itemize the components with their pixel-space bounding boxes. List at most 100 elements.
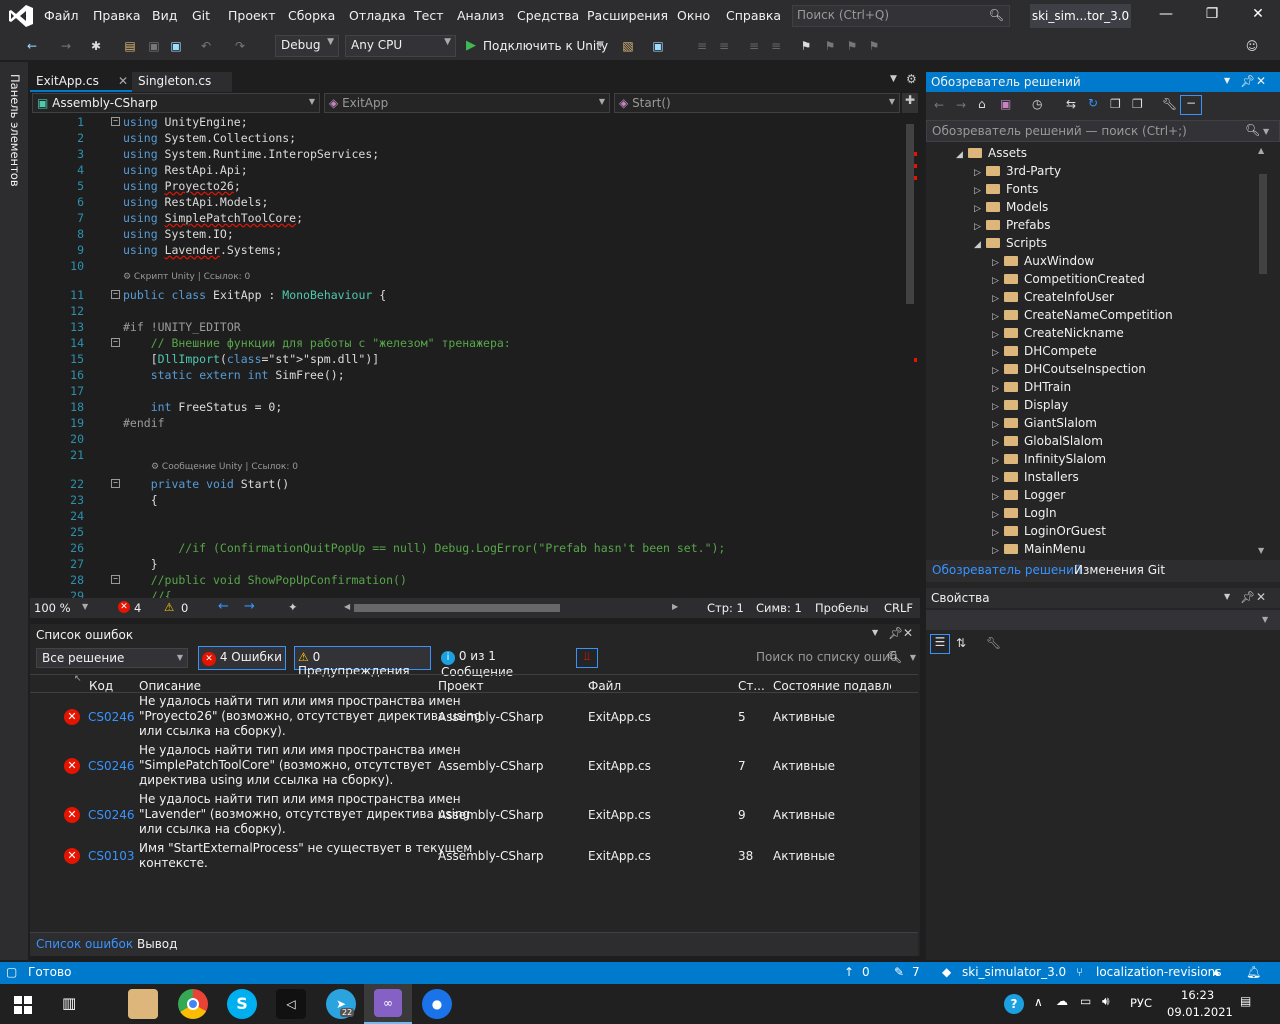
clock-time[interactable]: 16:23	[1181, 988, 1214, 1002]
col-project[interactable]: Проект	[438, 679, 484, 693]
pin-icon[interactable]: 📌︎	[1240, 74, 1255, 88]
chevron-down-icon[interactable]: ▼	[872, 628, 878, 637]
quick-search-input[interactable]: Поиск (Ctrl+Q) 🔍︎	[792, 5, 1010, 27]
code-line[interactable]: 25	[30, 524, 900, 540]
code-line[interactable]: 11 − public class ExitApp : MonoBehaviour …	[30, 287, 900, 303]
split-icon[interactable]: ✚	[902, 93, 918, 113]
menu-analyze[interactable]: Анализ	[457, 8, 504, 23]
tree-item[interactable]: ▷ AuxWindow	[992, 252, 1094, 270]
configuration-select[interactable]: Debug ▼	[275, 35, 339, 57]
tree-item[interactable]: ▷ Prefabs	[974, 216, 1051, 234]
cursor-line[interactable]: Стр: 1	[707, 601, 744, 615]
messages-filter-toggle[interactable]: i 0 из 1 Сообщение	[438, 646, 568, 679]
build-filter-icon[interactable]: ⫫	[576, 648, 598, 668]
code-line[interactable]: 8 using System.IO;	[30, 226, 900, 242]
column-filter-icon[interactable]: ↖	[74, 674, 82, 684]
clear-bookmarks-icon[interactable]: ⚑	[866, 38, 882, 54]
home-icon[interactable]: ⌂	[978, 97, 986, 111]
close-tab-icon[interactable]: ✕	[118, 74, 128, 88]
task-view-icon[interactable]: ▥	[62, 994, 76, 1012]
tree-item[interactable]: ▷ GiantSlalom	[992, 414, 1097, 432]
code-line[interactable]: 6 using RestApi.Models;	[30, 194, 900, 210]
code-line[interactable]: 19 #endif	[30, 415, 900, 431]
indent-icon[interactable]: ≡	[694, 38, 710, 54]
code-line[interactable]: 1 − using UnityEngine;	[30, 114, 900, 130]
collapsed-arrow-icon[interactable]: ▷	[992, 542, 1004, 560]
code-line[interactable]: 4 using RestApi.Api;	[30, 162, 900, 178]
solution-name-badge[interactable]: ski_sim...tor_3.0	[1030, 4, 1131, 28]
scroll-up-icon[interactable]: ▲	[1258, 146, 1264, 155]
open-folder-icon[interactable]: ▤	[122, 38, 138, 54]
error-icon[interactable]: ✕	[118, 601, 130, 613]
changes-count[interactable]: 7	[912, 965, 920, 979]
collapse-icon[interactable]: −	[111, 117, 120, 126]
menu-view[interactable]: Вид	[152, 8, 177, 23]
code-line[interactable]: 27 }	[30, 556, 900, 572]
show-all-files-icon[interactable]: ❐	[1132, 97, 1143, 111]
tree-item[interactable]: ▷ LogIn	[992, 504, 1057, 522]
help-icon[interactable]: ?	[1004, 994, 1024, 1014]
tree-item[interactable]: ▷ Logger	[992, 486, 1065, 504]
tree-item[interactable]: ▷ CreateNickname	[992, 324, 1124, 342]
comment-icon[interactable]: ≡	[746, 38, 762, 54]
tree-item[interactable]: ▷ CreateNameCompetition	[992, 306, 1173, 324]
menu-project[interactable]: Проект	[228, 8, 276, 23]
code-line[interactable]: 5 using Proyecto26;	[30, 178, 900, 194]
code-line[interactable]: 15 [DllImport(class="st">"spm.dll")]	[30, 351, 900, 367]
col-code[interactable]: Код	[89, 679, 113, 693]
properties-object-select[interactable]: ▼	[926, 610, 1280, 630]
error-code-link[interactable]: CS0246	[88, 710, 135, 724]
visual-studio-taskbar-item[interactable]: ∞	[364, 984, 412, 1024]
scroll-down-icon[interactable]: ▼	[1258, 546, 1264, 555]
bookmark-icon[interactable]: ⚑	[798, 38, 814, 54]
tree-item[interactable]: ▷ 3rd-Party	[974, 162, 1061, 180]
collapse-icon[interactable]: −	[111, 290, 120, 299]
platform-select[interactable]: Any CPU ▼	[345, 35, 456, 57]
file-explorer-icon[interactable]	[128, 989, 158, 1019]
clock-date[interactable]: 09.01.2021	[1167, 1005, 1233, 1019]
solution-search-input[interactable]: Обозреватель решений — поиск (Ctrl+;) 🔍︎…	[926, 120, 1280, 142]
class-navbar-select[interactable]: ◈ ExitApp ▼	[324, 93, 610, 113]
wrench-icon[interactable]: 🔧︎	[1162, 97, 1177, 111]
error-row[interactable]: ✕ CS0246 Не удалось найти тип или имя прос…	[30, 743, 918, 792]
tree-item[interactable]: ▷ Display	[992, 396, 1068, 414]
notification-bell-icon[interactable]: 🔔︎	[1246, 965, 1261, 979]
scroll-left-icon[interactable]: ◀	[344, 602, 350, 611]
collapse-icon[interactable]: −	[111, 338, 120, 347]
scroll-right-icon[interactable]: ▶	[672, 602, 678, 611]
errors-filter-toggle[interactable]: ✕ 4 Ошибки	[198, 646, 286, 670]
error-row[interactable]: ✕ CS0103 Имя "StartExternalProcess" не сущ…	[30, 841, 918, 875]
code-text-area[interactable]: 1− using UnityEngine; 2 using System.Collec…	[30, 114, 900, 598]
code-line[interactable]: 18 int FreeStatus = 0;	[30, 399, 900, 415]
branch-name[interactable]: localization-revisions	[1096, 965, 1222, 979]
maps-icon[interactable]: ●	[422, 989, 452, 1019]
tree-item[interactable]: ▷ Installers	[992, 468, 1079, 486]
member-navbar-select[interactable]: ◈ Start() ▼	[614, 93, 900, 113]
code-line[interactable]: 17	[30, 383, 900, 399]
error-row[interactable]: ✕ CS0246 Не удалось найти тип или имя прос…	[30, 694, 918, 743]
categorized-icon[interactable]: ☰	[930, 634, 950, 654]
error-scope-select[interactable]: Все решение ▼	[36, 648, 188, 668]
code-line[interactable]: 28 − //public void ShowPopUpConfirmation(…	[30, 572, 900, 588]
code-line[interactable]: 29 //{	[30, 588, 900, 598]
menu-debug[interactable]: Отладка	[349, 8, 406, 23]
tree-vertical-scrollbar[interactable]: ▲ ▼	[1256, 144, 1270, 560]
cursor-column[interactable]: Симв: 1	[756, 601, 802, 615]
input-language[interactable]: РУС	[1130, 996, 1152, 1010]
unity-tools-icon[interactable]: ▧	[620, 38, 636, 54]
tab-singleton[interactable]: Singleton.cs	[132, 72, 232, 92]
arrow-up-icon[interactable]: ↑	[844, 965, 854, 979]
screenshot-icon[interactable]: ▣	[650, 38, 666, 54]
code-line[interactable]: 13 #if !UNITY_EDITOR	[30, 319, 900, 335]
code-line[interactable]: 3 using System.Runtime.InteropServices;	[30, 146, 900, 162]
code-line[interactable]: 7 using SimplePatchToolCore;	[30, 210, 900, 226]
nav-forward-icon[interactable]: →	[244, 599, 255, 614]
back-arrow-icon[interactable]: ←	[934, 98, 944, 112]
code-line[interactable]: 2 using System.Collections;	[30, 130, 900, 146]
repository-name[interactable]: ski_simulator_3.0	[962, 965, 1066, 979]
chevron-down-icon[interactable]: ▼	[1224, 76, 1230, 85]
scroll-thumb[interactable]	[906, 124, 914, 304]
menu-build[interactable]: Сборка	[288, 8, 335, 23]
error-row[interactable]: ✕ CS0246 Не удалось найти тип или имя прос…	[30, 792, 918, 841]
refresh-icon[interactable]: ↻	[1088, 96, 1098, 110]
